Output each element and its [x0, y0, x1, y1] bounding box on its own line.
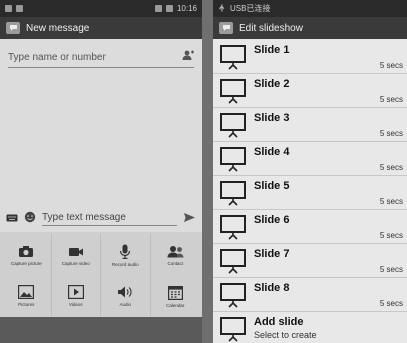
messaging-app-icon[interactable] [219, 22, 233, 34]
slideshow-icon [219, 44, 247, 75]
add-slide-title: Add slide [254, 316, 304, 328]
slide-title: Slide 1 [254, 44, 290, 56]
slide-title: Slide 6 [254, 214, 290, 226]
slide-duration: 5 secs [379, 163, 403, 172]
recipient-placeholder: Type name or number [8, 51, 106, 63]
slide-item[interactable]: Slide 8 5 secs [213, 278, 407, 312]
attach-label: Record audio [111, 261, 139, 267]
attach-capture-video[interactable]: Capture video [52, 234, 101, 276]
attach-calendar[interactable]: Calendar [151, 276, 201, 316]
slide-item[interactable]: Slide 2 5 secs [213, 74, 407, 108]
wifi-icon [154, 5, 162, 12]
attach-label: Videos [68, 302, 83, 307]
attach-pictures[interactable]: Pictures [2, 276, 52, 316]
action-bar: Edit slideshow [213, 17, 407, 39]
messaging-app-icon[interactable] [6, 22, 20, 34]
slide-item[interactable]: Slide 6 5 secs [213, 210, 407, 244]
slide-duration: 5 secs [379, 299, 403, 308]
add-slide-item[interactable]: Add slide Select to create [213, 312, 407, 343]
compose-row: Type text message [0, 208, 202, 230]
status-time: 10:16 [176, 4, 197, 13]
slideshow-icon [219, 78, 247, 109]
slide-duration: 5 secs [379, 129, 403, 138]
slideshow-icon [219, 214, 247, 245]
calendar-icon [167, 285, 183, 300]
attach-label: Capture picture [10, 260, 42, 266]
slideshow-icon [219, 248, 247, 279]
attach-audio[interactable]: Audio [101, 276, 151, 316]
attach-label: Pictures [18, 302, 35, 307]
slideshow-icon [219, 180, 247, 211]
slide-title: Slide 3 [254, 112, 290, 124]
attach-contact[interactable]: Contact [151, 234, 201, 276]
status-bar: 10:16 [0, 0, 202, 17]
slide-duration: 5 secs [379, 231, 403, 240]
slide-duration: 5 secs [379, 197, 403, 206]
usb-notification: USB已连接 [230, 4, 271, 13]
camera-icon [19, 245, 34, 257]
notification-icon [16, 5, 23, 12]
status-bar: USB已连接 [213, 0, 407, 17]
slide-duration: 5 secs [379, 95, 403, 104]
attach-label: Audio [119, 302, 131, 307]
screen-title: Edit slideshow [239, 22, 303, 34]
signal-icon [165, 5, 173, 12]
attach-label: Calendar [166, 302, 185, 308]
picture-icon [18, 285, 35, 299]
add-slide-subtitle: Select to create [254, 330, 317, 340]
video-camera-icon [68, 247, 83, 256]
play-icon [67, 285, 84, 299]
attach-record-audio[interactable]: Record audio [101, 234, 151, 276]
attach-videos[interactable]: Videos [52, 276, 101, 316]
slideshow-icon [219, 316, 247, 343]
bottom-bar [0, 317, 202, 343]
slide-title: Slide 4 [254, 146, 290, 158]
slide-list: Slide 15 secs Slide 25 secs Slide 35 secs S… [213, 40, 407, 343]
attach-label: Capture video [61, 260, 90, 266]
slide-title: Slide 8 [254, 282, 290, 294]
add-contact-icon[interactable] [182, 50, 194, 64]
emoji-icon[interactable] [24, 210, 36, 228]
attach-capture-picture[interactable]: Capture picture [2, 234, 52, 276]
slide-item[interactable]: Slide 4 5 secs [213, 142, 407, 176]
usb-icon [218, 4, 226, 14]
action-bar: New message [0, 17, 202, 39]
speaker-icon [118, 286, 132, 298]
new-message-screen: 10:16 New message Type name or number Ty… [0, 0, 202, 343]
slide-item[interactable]: Slide 7 5 secs [213, 244, 407, 278]
recipient-field[interactable]: Type name or number [8, 47, 194, 68]
slide-title: Slide 5 [254, 180, 290, 192]
slide-item[interactable]: Slide 1 5 secs [213, 40, 407, 74]
slideshow-icon [219, 282, 247, 313]
message-input[interactable]: Type text message [42, 212, 177, 226]
attach-label: Contact [167, 260, 183, 266]
screen-title: New message [26, 22, 90, 34]
slide-title: Slide 2 [254, 78, 290, 90]
microphone-icon [120, 244, 131, 259]
notification-icon [5, 5, 12, 12]
slideshow-icon [219, 146, 247, 177]
send-icon[interactable] [183, 210, 196, 228]
slide-title: Slide 7 [254, 248, 290, 260]
slide-duration: 5 secs [379, 265, 403, 274]
slide-item[interactable]: Slide 5 5 secs [213, 176, 407, 210]
slide-item[interactable]: Slide 3 5 secs [213, 108, 407, 142]
contact-icon [167, 245, 184, 257]
keyboard-icon[interactable] [6, 210, 18, 228]
slide-duration: 5 secs [379, 61, 403, 70]
attachment-panel: Capture picture Capture video Record aud… [0, 232, 202, 317]
slideshow-icon [219, 112, 247, 143]
edit-slideshow-screen: USB已连接 Edit slideshow Slide 15 secs Slide… [213, 0, 407, 343]
